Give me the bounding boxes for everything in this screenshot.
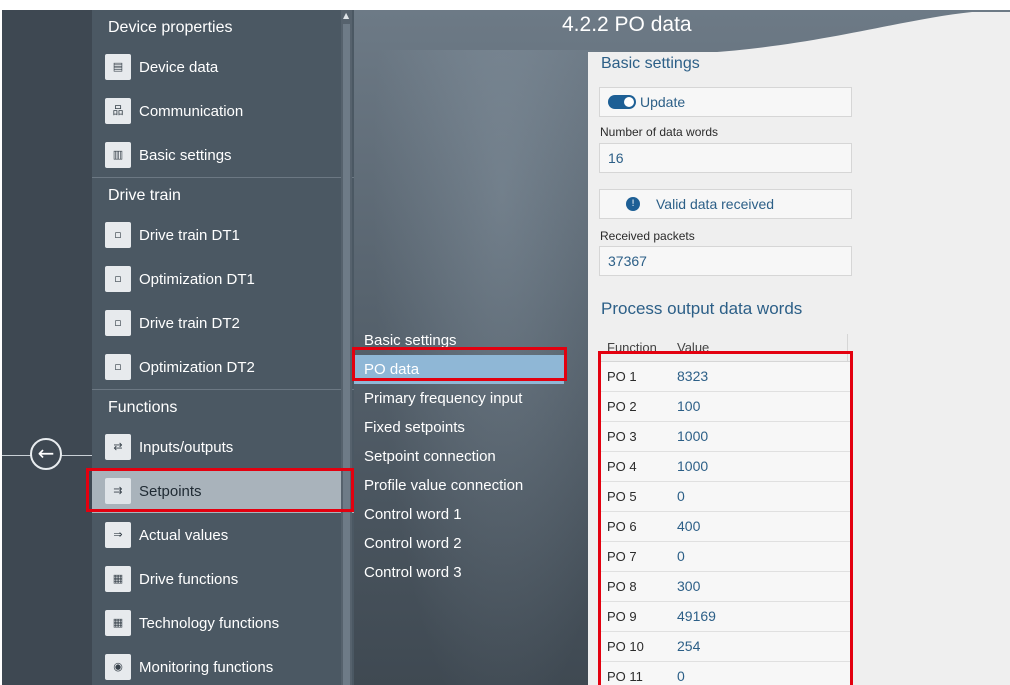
nav-section-functions: Functions: [92, 389, 354, 425]
app-window: ← Device properties ▤ Device data 品 Commun…: [2, 10, 1010, 685]
nav-section-device-properties: Device properties: [108, 19, 233, 36]
setpoints-highlight-frame: [86, 468, 354, 512]
nav-item-label: Optimization DT2: [139, 358, 255, 376]
monitoring-eye-icon: ◉: [105, 654, 131, 680]
submenu-item-profile-value-connection[interactable]: Profile value connection: [354, 471, 564, 500]
update-label: Update: [640, 94, 686, 110]
nav-section-drive-train: Drive train: [92, 177, 354, 213]
nav-item-inputs-outputs[interactable]: ⇄ Inputs/outputs: [92, 425, 354, 469]
submenu-item-control-word-1[interactable]: Control word 1: [354, 500, 564, 529]
nav-item-optimization-dt2[interactable]: ▫ Optimization DT2: [92, 345, 354, 389]
nav-item-label: Drive train DT1: [139, 226, 240, 244]
status-indicator: ! Valid data received: [599, 189, 852, 219]
po-table-highlight-frame: [598, 351, 853, 685]
submenu-item-primary-frequency-input[interactable]: Primary frequency input: [354, 384, 564, 413]
data-words-label: Number of data words: [600, 125, 719, 139]
nav-item-actual-values[interactable]: ⇒ Actual values: [92, 513, 354, 557]
nav-item-device-data[interactable]: ▤ Device data: [92, 45, 354, 89]
drive-train-icon: ▫: [105, 266, 131, 292]
nav-item-drive-train-dt2[interactable]: ▫ Drive train DT2: [92, 301, 354, 345]
nav-item-label: Optimization DT1: [139, 270, 255, 288]
drive-train-icon: ▫: [105, 222, 131, 248]
nav-item-label: Monitoring functions: [139, 658, 274, 676]
nav-item-optimization-dt1[interactable]: ▫ Optimization DT1: [92, 257, 354, 301]
nav-item-label: Basic settings: [139, 146, 232, 164]
submenu-item-setpoint-connection[interactable]: Setpoint connection: [354, 442, 564, 471]
technology-functions-icon: ▦: [105, 610, 131, 636]
drive-functions-icon: ▦: [105, 566, 131, 592]
nav-item-label: Drive functions: [139, 570, 239, 588]
network-icon: 品: [105, 98, 131, 124]
submenu-item-fixed-setpoints[interactable]: Fixed setpoints: [354, 413, 564, 442]
po-table-heading: Process output data words: [601, 299, 803, 318]
received-packets-field: 37367: [599, 246, 852, 276]
nav-item-communication[interactable]: 品 Communication: [92, 89, 354, 133]
nav-scrollbar[interactable]: ▲: [341, 10, 352, 685]
basic-settings-heading: Basic settings: [601, 55, 700, 72]
nav-item-label: Inputs/outputs: [139, 438, 234, 456]
device-data-icon: ▤: [105, 54, 131, 80]
nav-item-label: Device data: [139, 58, 219, 76]
back-arrow-icon[interactable]: ←: [30, 438, 62, 470]
nav-item-drive-functions[interactable]: ▦ Drive functions: [92, 557, 354, 601]
page-title: 4.2.2 PO data: [562, 13, 692, 36]
toggle-switch-icon[interactable]: [608, 95, 636, 110]
status-text: Valid data received: [656, 196, 775, 212]
nav-item-basic-settings[interactable]: ▥ Basic settings: [92, 133, 354, 177]
data-words-field[interactable]: 16: [599, 143, 852, 173]
nav-item-label: Drive train DT2: [139, 314, 240, 332]
drive-train-icon: ▫: [105, 310, 131, 336]
left-rail: [2, 10, 92, 685]
po-data-highlight-frame: [352, 347, 567, 381]
info-icon: !: [626, 197, 640, 212]
nav-scroll-thumb[interactable]: [343, 24, 350, 685]
nav-item-drive-train-dt1[interactable]: ▫ Drive train DT1: [92, 213, 354, 257]
drive-train-icon: ▫: [105, 354, 131, 380]
received-packets-label: Received packets: [600, 229, 695, 243]
actual-values-icon: ⇒: [105, 522, 131, 548]
scroll-up-icon[interactable]: ▲: [343, 11, 349, 20]
nav-item-label: Communication: [139, 102, 244, 120]
nav-item-monitoring-functions[interactable]: ◉ Monitoring functions: [92, 645, 354, 685]
nav-item-label: Technology functions: [139, 614, 280, 632]
navigation-panel: Device properties ▤ Device data 品 Communic…: [92, 10, 354, 685]
settings-chart-icon: ▥: [105, 142, 131, 168]
submenu-item-control-word-2[interactable]: Control word 2: [354, 529, 564, 558]
submenu-item-control-word-3[interactable]: Control word 3: [354, 558, 564, 587]
nav-item-label: Actual values: [139, 526, 229, 544]
io-icon: ⇄: [105, 434, 131, 460]
header-wave-decoration: [642, 12, 1010, 55]
update-toggle[interactable]: Update: [599, 87, 852, 117]
nav-item-technology-functions[interactable]: ▦ Technology functions: [92, 601, 354, 645]
